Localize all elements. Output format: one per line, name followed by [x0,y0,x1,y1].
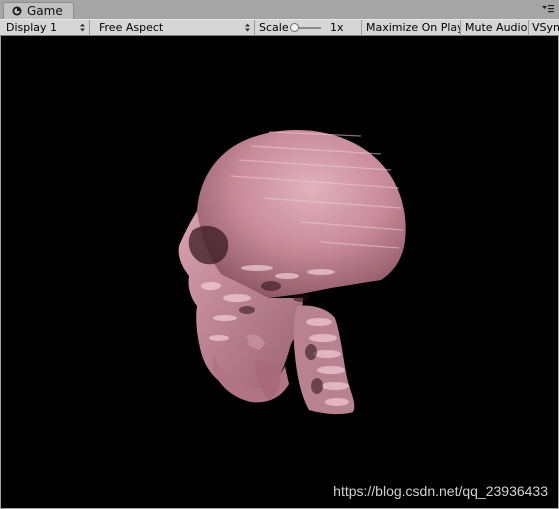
vsync-label: VSync [532,21,559,34]
aspect-dropdown[interactable]: Free Aspect [93,20,255,36]
scale-slider-thumb[interactable] [290,23,299,32]
skull-render [178,129,406,415]
dropdown-arrows-icon [80,23,85,32]
tab-game[interactable]: Game [3,2,74,20]
watermark: https://blog.csdn.net/qq_23936433 [333,483,548,499]
game-viewport[interactable]: https://blog.csdn.net/qq_23936433 [1,36,558,508]
display-dropdown[interactable]: Display 1 [0,20,90,36]
mute-label: Mute Audio [465,21,528,34]
display-label: Display 1 [6,21,58,34]
window-menu-icon[interactable] [541,3,555,15]
dropdown-arrows-icon [245,23,250,32]
scale-label: Scale [259,21,289,34]
tab-bar: Game [0,0,559,20]
scale-value: 1x [330,21,344,34]
tab-title: Game [27,4,63,18]
maximize-label: Maximize On Play [366,21,461,34]
vsync-toggle[interactable]: VSync [529,20,559,36]
mute-audio-toggle[interactable]: Mute Audio [461,20,529,36]
game-toolbar: Display 1 Free Aspect Scale 1x Maximize … [0,19,559,36]
maximize-on-play-toggle[interactable]: Maximize On Play [362,20,461,36]
aspect-label: Free Aspect [99,21,164,34]
unity-logo-icon [12,6,22,16]
scale-control: Scale 1x [255,20,362,36]
